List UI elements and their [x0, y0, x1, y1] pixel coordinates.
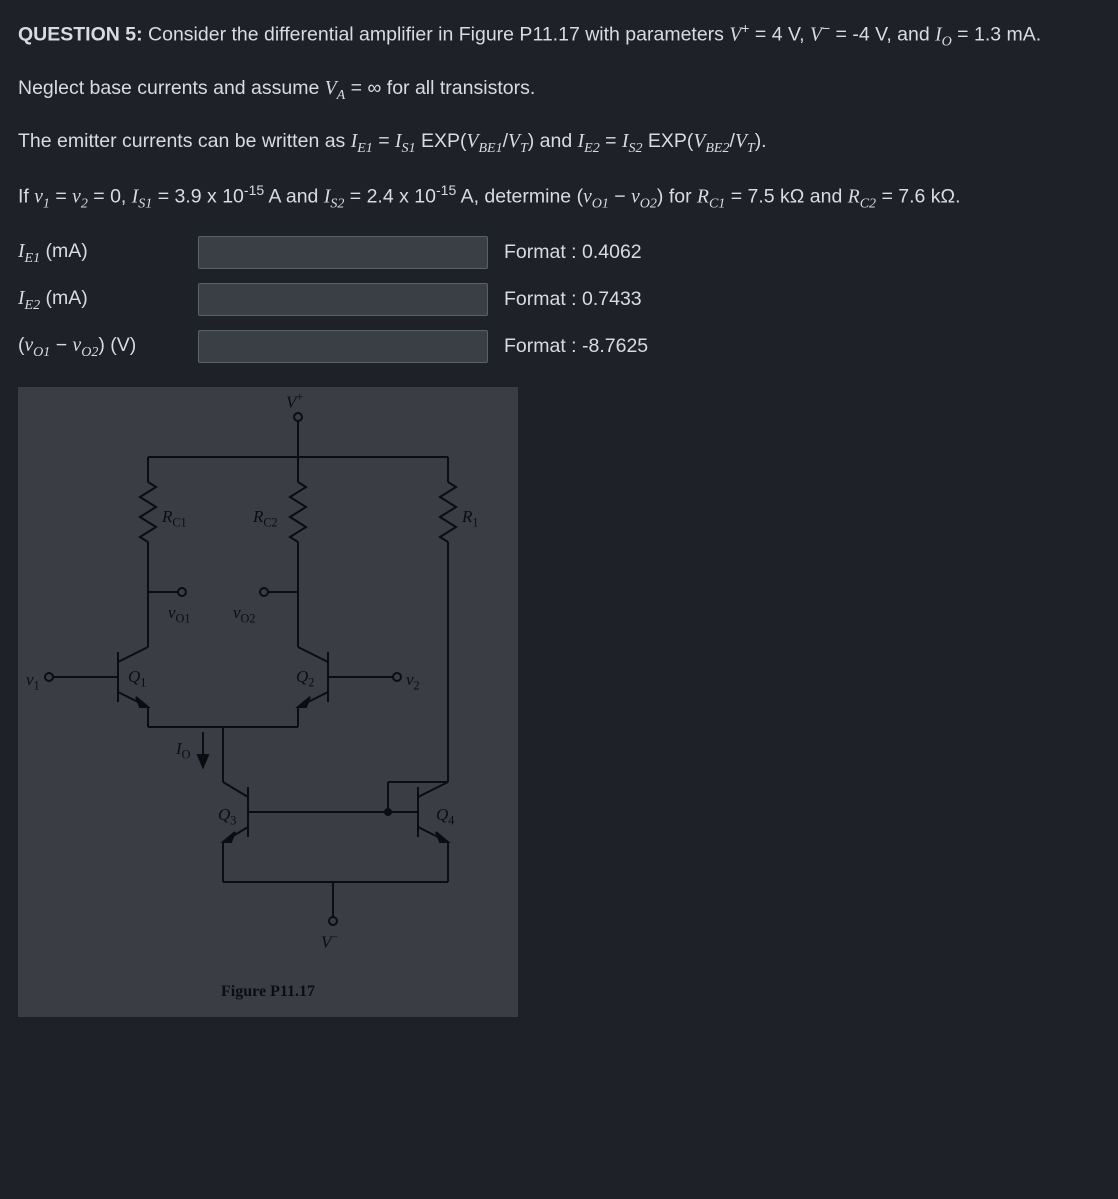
- answer-format-vdiff: Format : -8.7625: [498, 332, 1100, 360]
- question-values: If v1 = v2 = 0, IS1 = 3.9 x 10-15 A and …: [18, 180, 1100, 214]
- question-assumption: Neglect base currents and assume VA = ∞ …: [18, 74, 1100, 105]
- answer-format-ie1: Format : 0.4062: [498, 238, 1100, 266]
- answer-grid: IE1 (mA) Format : 0.4062 IE2 (mA) Format…: [18, 236, 1100, 363]
- answer-input-vdiff[interactable]: [198, 330, 488, 363]
- answer-format-ie2: Format : 0.7433: [498, 285, 1100, 313]
- figure-p11-17: V+ RC1 RC2 R1 vO1 vO2 v1 v2 Q1 Q2 IO Q3 …: [18, 387, 518, 1017]
- answer-input-ie1[interactable]: [198, 236, 488, 269]
- circuit-diagram-icon: [18, 387, 518, 1017]
- question-equations: The emitter currents can be written as I…: [18, 127, 1100, 158]
- answer-label-ie1: IE1 (mA): [18, 237, 188, 268]
- answer-label-ie2: IE2 (mA): [18, 284, 188, 315]
- question-intro: QUESTION 5: Consider the differential am…: [18, 18, 1100, 52]
- figure-caption: Figure P11.17: [18, 980, 518, 1003]
- question-heading: QUESTION 5:: [18, 24, 143, 46]
- answer-label-vdiff: (vO1 − vO2) (V): [18, 331, 188, 362]
- answer-input-ie2[interactable]: [198, 283, 488, 316]
